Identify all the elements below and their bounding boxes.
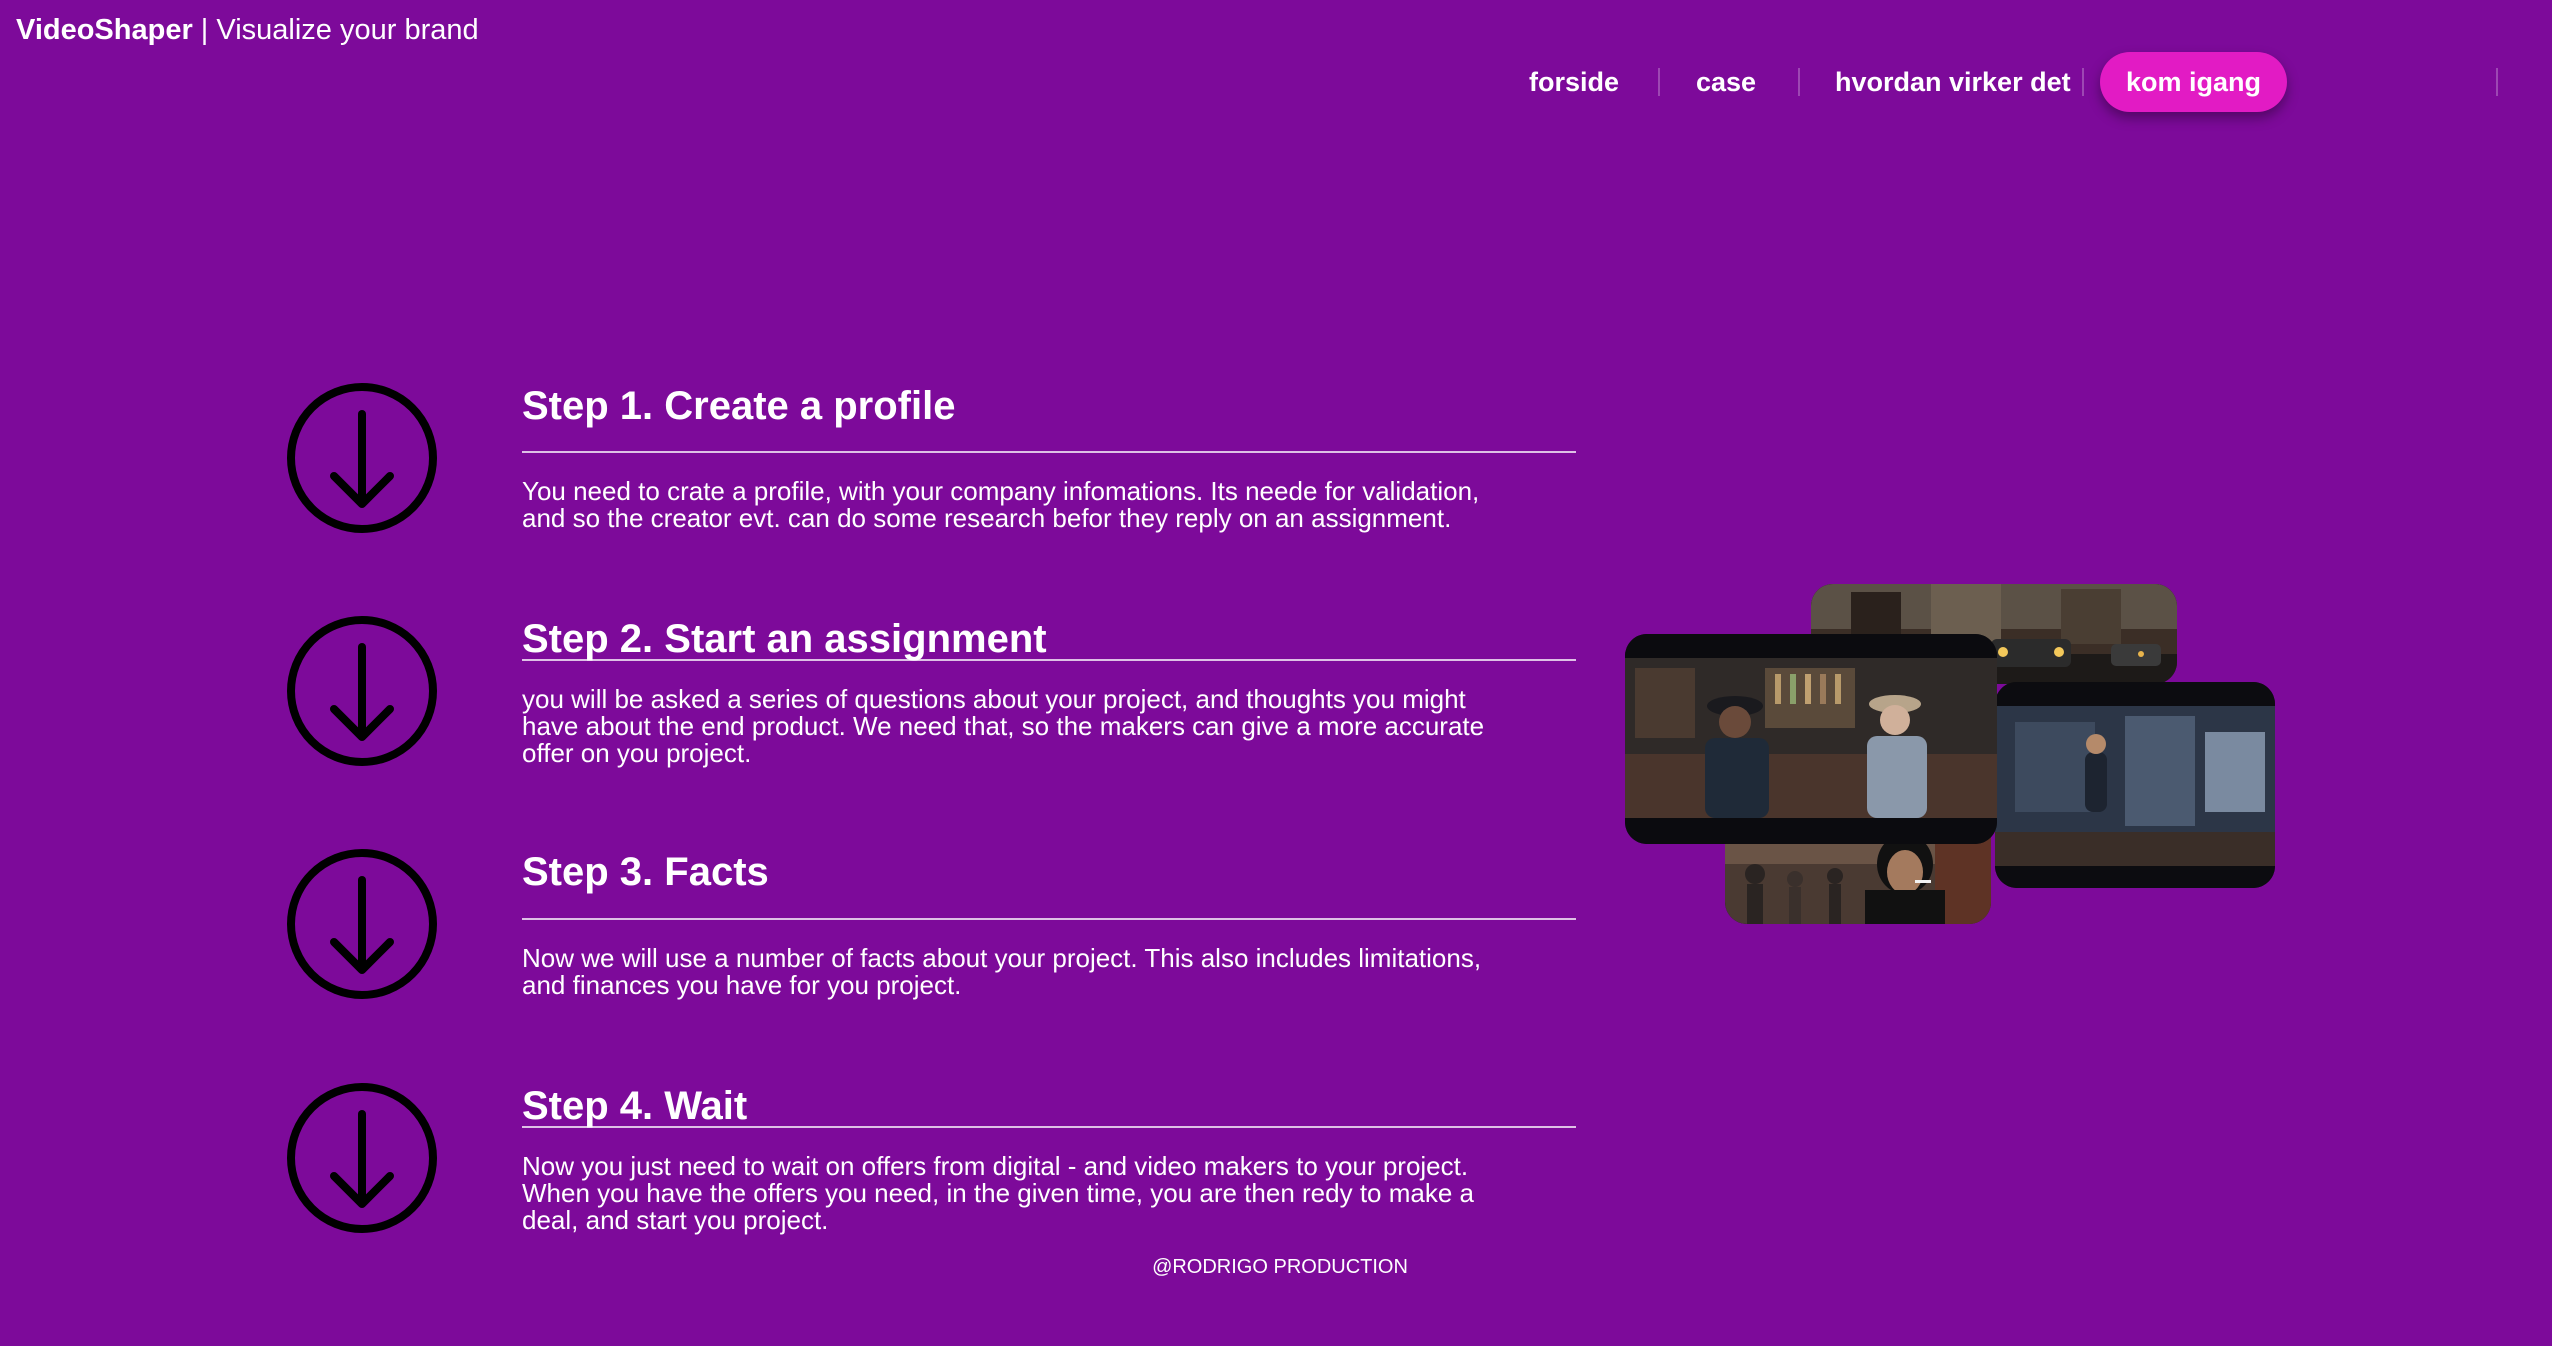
nav-separator	[2496, 68, 2498, 96]
brand-name: VideoShaper	[16, 14, 193, 46]
nav-item-hvordan-virker-det[interactable]: hvordan virker det	[1835, 52, 2071, 112]
step-description-line: offer on you project.	[522, 738, 752, 768]
step-description-line: When you have the offers you need, in th…	[522, 1178, 1474, 1208]
nav-separator	[2082, 68, 2084, 96]
nav-separator	[1658, 68, 1660, 96]
nav-separator	[1798, 68, 1800, 96]
step-1: Step 1. Create a profile You need to cra…	[0, 382, 1600, 582]
step-description-line: Now you just need to wait on offers from…	[522, 1151, 1469, 1181]
step-description: you will be asked a series of questions …	[522, 686, 1582, 767]
step-title: Step 2. Start an assignment	[522, 617, 1047, 661]
arrow-down-circle-icon	[287, 383, 437, 533]
step-2: Step 2. Start an assignment you will be …	[0, 615, 1600, 815]
shop-interior-image	[1995, 682, 2275, 888]
video-stills-collage	[1625, 580, 2275, 940]
step-description-line: you will be asked a series of questions …	[522, 684, 1466, 714]
step-3: Step 3. Facts Now we will use a number o…	[0, 848, 1600, 1048]
step-divider	[522, 659, 1576, 661]
bar-conversation-image	[1625, 634, 1997, 844]
footer-credit: @RODRIGO PRODUCTION	[1152, 1256, 1408, 1278]
step-description-line: and finances you have for you project.	[522, 970, 962, 1000]
step-divider	[522, 451, 1576, 453]
main-nav: forside case hvordan virker det kom igan…	[1492, 52, 2552, 112]
step-title: Step 1. Create a profile	[522, 384, 956, 428]
brand-separator: |	[192, 14, 217, 46]
nav-item-forside[interactable]: forside	[1529, 52, 1619, 112]
step-title: Step 3. Facts	[522, 850, 769, 894]
brand-logo[interactable]: VideoShaper | Visualize your brand	[16, 10, 479, 50]
arrow-down-circle-icon	[287, 1083, 437, 1233]
step-description: Now we will use a number of facts about …	[522, 945, 1582, 999]
step-title: Step 4. Wait	[522, 1084, 748, 1128]
step-divider	[522, 918, 1576, 920]
step-divider	[522, 1126, 1576, 1128]
step-description-line: and so the creator evt. can do some rese…	[522, 503, 1452, 533]
nav-item-case[interactable]: case	[1696, 52, 1756, 112]
step-description: Now you just need to wait on offers from…	[522, 1153, 1582, 1234]
step-description: You need to crate a profile, with your c…	[522, 478, 1582, 532]
arrow-down-circle-icon	[287, 849, 437, 999]
arrow-down-circle-icon	[287, 616, 437, 766]
step-4: Step 4. Wait Now you just need to wait o…	[0, 1082, 1600, 1282]
step-description-line: You need to crate a profile, with your c…	[522, 476, 1480, 506]
step-description-line: have about the end product. We need that…	[522, 711, 1485, 741]
step-description-line: Now we will use a number of facts about …	[522, 943, 1482, 973]
kom-igang-button[interactable]: kom igang	[2100, 52, 2288, 112]
step-description-line: deal, and start you project.	[522, 1205, 829, 1235]
brand-tagline: Visualize your brand	[216, 14, 479, 46]
